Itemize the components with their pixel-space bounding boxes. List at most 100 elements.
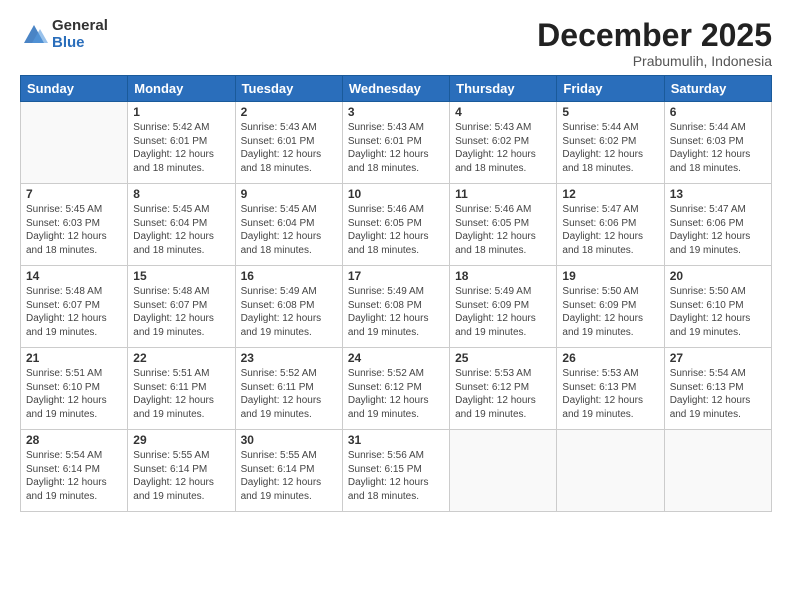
day-number: 8 [133,187,229,201]
day-number: 30 [241,433,337,447]
day-number: 9 [241,187,337,201]
day-number: 29 [133,433,229,447]
col-saturday: Saturday [664,76,771,102]
table-row [664,430,771,512]
table-row: 27 Sunrise: 5:54 AMSunset: 6:13 PMDaylig… [664,348,771,430]
table-row: 23 Sunrise: 5:52 AMSunset: 6:11 PMDaylig… [235,348,342,430]
day-info: Sunrise: 5:53 AMSunset: 6:12 PMDaylight:… [455,368,536,420]
calendar-week-row: 7 Sunrise: 5:45 AMSunset: 6:03 PMDayligh… [21,184,772,266]
day-number: 6 [670,105,766,119]
day-info: Sunrise: 5:46 AMSunset: 6:05 PMDaylight:… [455,204,536,256]
page-title: December 2025 [20,18,772,53]
page: General Blue December 2025 Prabumulih, I… [0,0,792,612]
day-number: 18 [455,269,551,283]
day-info: Sunrise: 5:53 AMSunset: 6:13 PMDaylight:… [562,368,643,420]
table-row: 1 Sunrise: 5:42 AMSunset: 6:01 PMDayligh… [128,102,235,184]
table-row: 21 Sunrise: 5:51 AMSunset: 6:10 PMDaylig… [21,348,128,430]
day-number: 15 [133,269,229,283]
day-number: 23 [241,351,337,365]
table-row: 10 Sunrise: 5:46 AMSunset: 6:05 PMDaylig… [342,184,449,266]
day-info: Sunrise: 5:50 AMSunset: 6:10 PMDaylight:… [670,286,751,338]
page-subtitle: Prabumulih, Indonesia [20,53,772,69]
table-row: 5 Sunrise: 5:44 AMSunset: 6:02 PMDayligh… [557,102,664,184]
day-info: Sunrise: 5:43 AMSunset: 6:01 PMDaylight:… [241,122,322,174]
day-info: Sunrise: 5:51 AMSunset: 6:11 PMDaylight:… [133,368,214,420]
table-row: 16 Sunrise: 5:49 AMSunset: 6:08 PMDaylig… [235,266,342,348]
day-number: 1 [133,105,229,119]
day-number: 20 [670,269,766,283]
day-info: Sunrise: 5:55 AMSunset: 6:14 PMDaylight:… [133,450,214,502]
day-number: 26 [562,351,658,365]
day-info: Sunrise: 5:47 AMSunset: 6:06 PMDaylight:… [670,204,751,256]
logo-icon [20,21,48,49]
day-info: Sunrise: 5:45 AMSunset: 6:03 PMDaylight:… [26,204,107,256]
day-info: Sunrise: 5:49 AMSunset: 6:08 PMDaylight:… [348,286,429,338]
day-number: 2 [241,105,337,119]
table-row: 25 Sunrise: 5:53 AMSunset: 6:12 PMDaylig… [450,348,557,430]
col-tuesday: Tuesday [235,76,342,102]
col-monday: Monday [128,76,235,102]
day-number: 21 [26,351,122,365]
table-row: 28 Sunrise: 5:54 AMSunset: 6:14 PMDaylig… [21,430,128,512]
logo-text: General Blue [52,18,108,51]
day-info: Sunrise: 5:51 AMSunset: 6:10 PMDaylight:… [26,368,107,420]
table-row [450,430,557,512]
table-row: 15 Sunrise: 5:48 AMSunset: 6:07 PMDaylig… [128,266,235,348]
table-row: 2 Sunrise: 5:43 AMSunset: 6:01 PMDayligh… [235,102,342,184]
day-info: Sunrise: 5:43 AMSunset: 6:02 PMDaylight:… [455,122,536,174]
day-number: 11 [455,187,551,201]
table-row: 6 Sunrise: 5:44 AMSunset: 6:03 PMDayligh… [664,102,771,184]
calendar-table: Sunday Monday Tuesday Wednesday Thursday… [20,75,772,512]
day-info: Sunrise: 5:43 AMSunset: 6:01 PMDaylight:… [348,122,429,174]
table-row [21,102,128,184]
day-info: Sunrise: 5:48 AMSunset: 6:07 PMDaylight:… [26,286,107,338]
calendar-week-row: 28 Sunrise: 5:54 AMSunset: 6:14 PMDaylig… [21,430,772,512]
day-number: 12 [562,187,658,201]
logo-blue: Blue [52,35,108,52]
calendar-week-row: 14 Sunrise: 5:48 AMSunset: 6:07 PMDaylig… [21,266,772,348]
day-info: Sunrise: 5:49 AMSunset: 6:08 PMDaylight:… [241,286,322,338]
table-row: 3 Sunrise: 5:43 AMSunset: 6:01 PMDayligh… [342,102,449,184]
day-number: 10 [348,187,444,201]
table-row: 20 Sunrise: 5:50 AMSunset: 6:10 PMDaylig… [664,266,771,348]
day-info: Sunrise: 5:48 AMSunset: 6:07 PMDaylight:… [133,286,214,338]
day-number: 31 [348,433,444,447]
day-number: 24 [348,351,444,365]
day-number: 17 [348,269,444,283]
table-row: 19 Sunrise: 5:50 AMSunset: 6:09 PMDaylig… [557,266,664,348]
day-number: 3 [348,105,444,119]
day-number: 4 [455,105,551,119]
day-info: Sunrise: 5:46 AMSunset: 6:05 PMDaylight:… [348,204,429,256]
table-row: 29 Sunrise: 5:55 AMSunset: 6:14 PMDaylig… [128,430,235,512]
col-sunday: Sunday [21,76,128,102]
day-number: 19 [562,269,658,283]
table-row [557,430,664,512]
day-info: Sunrise: 5:52 AMSunset: 6:11 PMDaylight:… [241,368,322,420]
day-number: 22 [133,351,229,365]
day-info: Sunrise: 5:50 AMSunset: 6:09 PMDaylight:… [562,286,643,338]
day-info: Sunrise: 5:44 AMSunset: 6:02 PMDaylight:… [562,122,643,174]
table-row: 13 Sunrise: 5:47 AMSunset: 6:06 PMDaylig… [664,184,771,266]
day-number: 14 [26,269,122,283]
day-info: Sunrise: 5:45 AMSunset: 6:04 PMDaylight:… [133,204,214,256]
logo-general: General [52,18,108,35]
table-row: 8 Sunrise: 5:45 AMSunset: 6:04 PMDayligh… [128,184,235,266]
day-info: Sunrise: 5:55 AMSunset: 6:14 PMDaylight:… [241,450,322,502]
table-row: 18 Sunrise: 5:49 AMSunset: 6:09 PMDaylig… [450,266,557,348]
day-info: Sunrise: 5:49 AMSunset: 6:09 PMDaylight:… [455,286,536,338]
day-number: 7 [26,187,122,201]
day-number: 16 [241,269,337,283]
col-friday: Friday [557,76,664,102]
day-info: Sunrise: 5:52 AMSunset: 6:12 PMDaylight:… [348,368,429,420]
table-row: 11 Sunrise: 5:46 AMSunset: 6:05 PMDaylig… [450,184,557,266]
day-info: Sunrise: 5:54 AMSunset: 6:13 PMDaylight:… [670,368,751,420]
calendar-week-row: 21 Sunrise: 5:51 AMSunset: 6:10 PMDaylig… [21,348,772,430]
logo: General Blue [20,18,108,51]
calendar-header-row: Sunday Monday Tuesday Wednesday Thursday… [21,76,772,102]
day-info: Sunrise: 5:42 AMSunset: 6:01 PMDaylight:… [133,122,214,174]
day-info: Sunrise: 5:44 AMSunset: 6:03 PMDaylight:… [670,122,751,174]
day-number: 5 [562,105,658,119]
day-info: Sunrise: 5:45 AMSunset: 6:04 PMDaylight:… [241,204,322,256]
table-row: 22 Sunrise: 5:51 AMSunset: 6:11 PMDaylig… [128,348,235,430]
table-row: 30 Sunrise: 5:55 AMSunset: 6:14 PMDaylig… [235,430,342,512]
